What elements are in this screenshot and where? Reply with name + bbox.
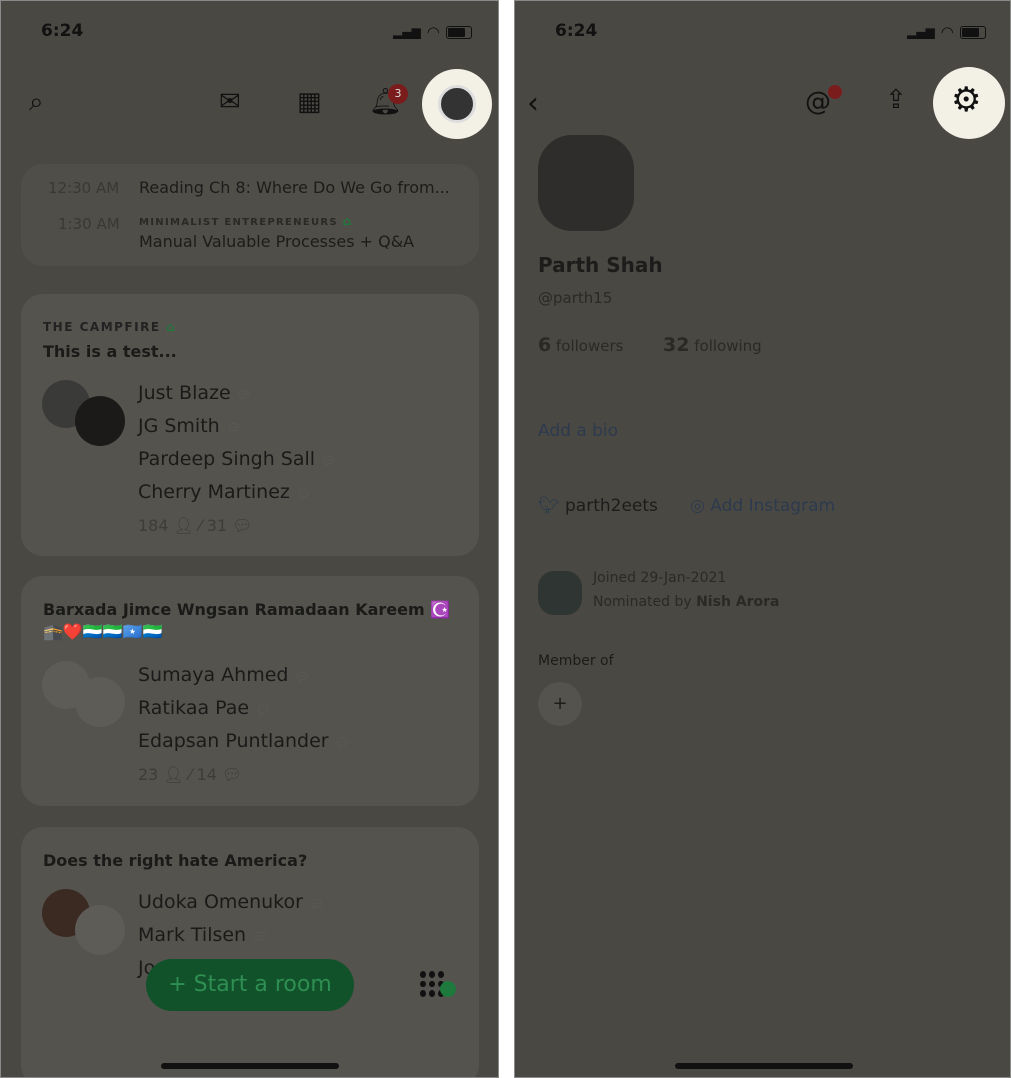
status-time: 6:24 bbox=[41, 21, 84, 41]
profile-name: Parth Shah bbox=[538, 253, 663, 277]
event-club: MINIMALIST ENTREPRENEURS bbox=[139, 217, 338, 228]
event-title: Reading Ch 8: Where Do We Go from... bbox=[139, 178, 450, 197]
listener-count: 184 bbox=[138, 516, 169, 535]
instagram-icon: ◎ bbox=[690, 496, 705, 516]
house-icon: ⌂ bbox=[166, 320, 177, 334]
upcoming-events[interactable]: 12:30 AM Reading Ch 8: Where Do We Go fr… bbox=[21, 164, 479, 266]
calendar-icon[interactable]: ▦ bbox=[297, 89, 322, 115]
status-icons: ▂▄▆ ◠ bbox=[393, 23, 472, 41]
joined-date: Joined 29-Jan-2021 bbox=[593, 570, 727, 586]
speaker-list: Just Blaze 💬︎ JG Smith 💬︎ Pardeep Singh Sa… bbox=[138, 382, 337, 535]
settings-highlight[interactable]: ⚙ bbox=[933, 67, 1005, 139]
event-title: Manual Valuable Processes + Q&A bbox=[139, 232, 415, 251]
home-indicator bbox=[161, 1063, 339, 1069]
speaker-avatar bbox=[75, 677, 125, 727]
room-card[interactable]: Barxada Jimce Wngsan Ramadaan Kareem ☪️ … bbox=[21, 576, 479, 806]
gear-icon[interactable]: ⚙ bbox=[951, 83, 981, 117]
battery-icon bbox=[445, 25, 472, 39]
wifi-icon: ◠ bbox=[940, 23, 954, 41]
profile-photo[interactable] bbox=[538, 135, 634, 231]
room-card[interactable]: THE CAMPFIRE ⌂ This is a test... Just Bl… bbox=[21, 294, 479, 556]
nominated-by[interactable]: Nominated by Nish Arora bbox=[593, 594, 780, 610]
profile-screen: 6:24 ▂▄▆ ◠ ‹ @ ⇪ ⚙ Parth Shah @parth15 6… bbox=[514, 0, 1011, 1078]
home-indicator bbox=[675, 1063, 853, 1069]
speaker-avatar bbox=[75, 396, 125, 446]
listener-count: 23 bbox=[138, 765, 159, 784]
avatar[interactable] bbox=[438, 85, 476, 123]
member-of-label: Member of bbox=[538, 653, 614, 669]
hallway-screen: 6:24 ▂▄▆ ◠ ⌕ ✉ ▦ 🔔︎ 3 12:30 AM Reading C… bbox=[0, 0, 499, 1078]
mention-badge bbox=[828, 85, 842, 99]
wifi-icon: ◠ bbox=[426, 23, 440, 41]
room-title: This is a test... bbox=[43, 342, 177, 361]
room-club: THE CAMPFIRE bbox=[43, 320, 161, 334]
following-link[interactable]: 32 following bbox=[663, 334, 762, 356]
notification-badge: 3 bbox=[388, 84, 408, 104]
event-time: 12:30 AM bbox=[48, 179, 120, 197]
add-club-button[interactable]: + bbox=[538, 682, 582, 726]
add-instagram-link[interactable]: ◎ Add Instagram bbox=[690, 496, 835, 516]
search-icon[interactable]: ⌕ bbox=[29, 89, 44, 115]
signal-icon: ▂▄▆ bbox=[907, 25, 935, 39]
speaker-list: Sumaya Ahmed 💬︎ Ratikaa Pae 💬︎ Edapsan Pun… bbox=[138, 664, 350, 784]
house-icon: ⌂ bbox=[342, 214, 353, 228]
room-title: Barxada Jimce Wngsan Ramadaan Kareem ☪️ bbox=[43, 600, 451, 619]
profile-highlight[interactable] bbox=[422, 69, 492, 139]
status-time: 6:24 bbox=[555, 21, 598, 41]
nominator-avatar[interactable] bbox=[538, 571, 582, 615]
room-emoji: 🕋❤️🇸🇱🇸🇱🇸🇴🇸🇱 bbox=[43, 622, 163, 641]
share-icon[interactable]: ⇪ bbox=[885, 87, 907, 113]
profile-handle: @parth15 bbox=[538, 289, 613, 307]
room-card[interactable]: Does the right hate America? Udoka Omenu… bbox=[21, 827, 479, 1077]
twitter-link[interactable]: 🐦︎ parth2eets bbox=[538, 496, 658, 516]
invite-envelope-icon[interactable]: ✉ bbox=[219, 89, 241, 115]
twitter-icon: 🐦︎ bbox=[538, 496, 560, 516]
speaker-count: 31 bbox=[206, 516, 228, 535]
start-room-button[interactable]: + Start a room bbox=[146, 959, 354, 1011]
event-time: 1:30 AM bbox=[58, 215, 120, 233]
signal-icon: ▂▄▆ bbox=[393, 25, 421, 39]
speaker-count: 14 bbox=[196, 765, 217, 784]
add-bio-link[interactable]: Add a bio bbox=[538, 421, 618, 441]
online-dot bbox=[440, 981, 456, 997]
battery-icon bbox=[959, 25, 986, 39]
followers-link[interactable]: 6 followers bbox=[538, 334, 623, 356]
back-chevron-icon[interactable]: ‹ bbox=[527, 89, 539, 119]
status-icons: ▂▄▆ ◠ bbox=[907, 23, 986, 41]
speaker-avatar bbox=[75, 905, 125, 955]
room-title: Does the right hate America? bbox=[43, 851, 308, 870]
